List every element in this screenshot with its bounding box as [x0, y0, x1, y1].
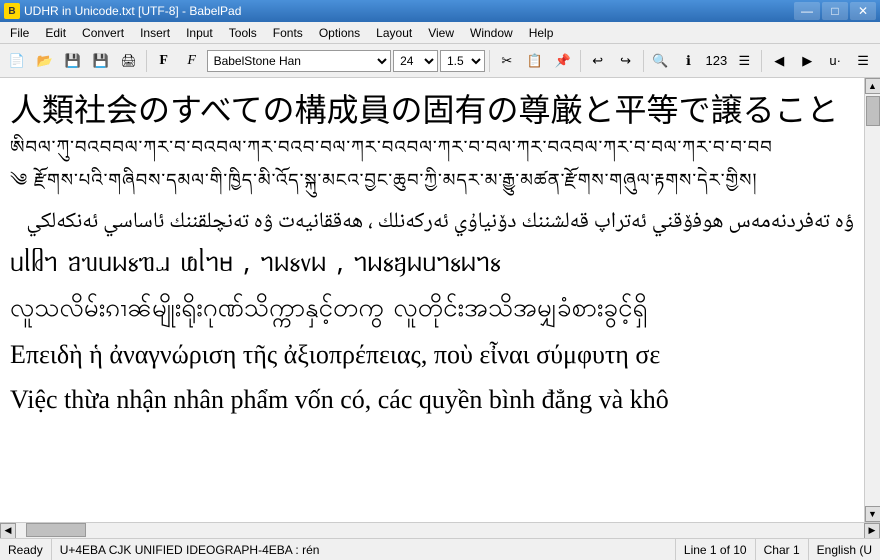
statusbar: Ready U+4EBA CJK UNIFIED IDEOGRAPH-4EBA …: [0, 538, 880, 560]
status-lang: English (U: [809, 539, 880, 560]
menu-item-file[interactable]: File: [2, 24, 37, 42]
sep2: [489, 50, 490, 72]
save2-button[interactable]: 💾: [88, 48, 114, 74]
app-icon: B: [4, 3, 20, 19]
bold-button[interactable]: F: [151, 48, 177, 74]
italic-button[interactable]: F: [179, 48, 205, 74]
back-button[interactable]: ◀: [766, 48, 792, 74]
cut-button[interactable]: ✂: [494, 48, 520, 74]
toolbar: 📄 📂 💾 💾 🖨 F F BabelStone Han Arial Unico…: [0, 44, 880, 78]
menu-item-window[interactable]: Window: [462, 24, 521, 42]
maximize-button[interactable]: □: [822, 2, 848, 20]
hscroll-left-button[interactable]: ◀: [0, 523, 16, 539]
sep5: [761, 50, 762, 72]
font-size-select[interactable]: 24 810121416182022283236: [393, 50, 438, 72]
ready-label: Ready: [8, 543, 43, 557]
menu-item-edit[interactable]: Edit: [37, 24, 74, 42]
lang-text: English (U: [817, 543, 872, 557]
titlebar: B UDHR in Unicode.txt [UTF-8] - BabelPad…: [0, 0, 880, 22]
status-char-pos: Char 1: [756, 539, 809, 560]
text-line-8: Việc thừa nhận nhân phẩm vốn có, các quy…: [10, 380, 854, 419]
menu-item-fonts[interactable]: Fonts: [265, 24, 311, 42]
sep4: [643, 50, 644, 72]
find-button[interactable]: 🔍: [648, 48, 674, 74]
paste-button[interactable]: 📌: [550, 48, 576, 74]
text-line-1: 人類社会のすべての構成員の固有の尊厳と平等で譲ること: [10, 86, 854, 134]
menubar: FileEditConvertInsertInputToolsFontsOpti…: [0, 22, 880, 44]
menu-item-help[interactable]: Help: [521, 24, 562, 42]
menu-item-input[interactable]: Input: [178, 24, 221, 42]
status-ready: Ready: [0, 539, 52, 560]
info-button[interactable]: ℹ: [675, 48, 701, 74]
line-info-text: Line 1 of 10: [684, 543, 747, 557]
hscroll-thumb[interactable]: [26, 523, 86, 537]
horizontal-scrollbar[interactable]: ◀ ▶: [0, 522, 880, 538]
text-line-4: ﺅﻩ ﺗﻪﻓﺮﺩﻧﻪﻣﻪﺱ ﻫﻮﻓﯙﻗﻨﻲ ﺋﻪﺗﺮﺍﭖ ﻗﻪﻟﺸﻨﻨﻚ ﺩﯙﻧ…: [10, 206, 854, 239]
text-line-6: လူသလိမ်းၵၢၼ်မျိုးရိုးဂုဏ်သိက္ကာနှင့်တကွ …: [10, 290, 854, 329]
open-button[interactable]: 📂: [32, 48, 58, 74]
menu-item-view[interactable]: View: [420, 24, 462, 42]
save-button[interactable]: 💾: [60, 48, 86, 74]
new-button[interactable]: 📄: [4, 48, 30, 74]
text-line-3: ༄ རྫོགས་པའི་གཞིབས་དམལ་གི་ཁྱིད་མི་འོད་སྐུ…: [10, 173, 854, 200]
titlebar-title: UDHR in Unicode.txt [UTF-8] - BabelPad: [24, 4, 241, 18]
menu-item-tools[interactable]: Tools: [221, 24, 265, 42]
status-line-info: Line 1 of 10: [676, 539, 756, 560]
menu-item-convert[interactable]: Convert: [74, 24, 132, 42]
char-pos-text: Char 1: [764, 543, 800, 557]
text-area-container: 人類社会のすべての構成員の固有の尊厳と平等で譲ること ཨིབལ་ཀུ་བའབབལ…: [0, 78, 880, 522]
titlebar-controls[interactable]: — □ ✕: [794, 2, 876, 20]
titlebar-left: B UDHR in Unicode.txt [UTF-8] - BabelPad: [4, 3, 241, 19]
scroll-up-button[interactable]: ▲: [865, 78, 880, 94]
text-line-7: Επειδὴ ἡ ἀναγνώριση τῆς ἀξιοπρέπειας, πο…: [10, 335, 854, 374]
char-info-text: U+4EBA CJK UNIFIED IDEOGRAPH-4EBA : rén: [60, 543, 320, 557]
num-button[interactable]: 123: [703, 48, 729, 74]
text-content[interactable]: 人類社会のすべての構成員の固有の尊厳と平等で譲ること ཨིབལ་ཀུ་བའབབལ…: [0, 78, 864, 522]
print-button[interactable]: 🖨: [116, 48, 142, 74]
menu-item-insert[interactable]: Insert: [132, 24, 178, 42]
menu-item-options[interactable]: Options: [311, 24, 368, 42]
hscroll-track: [16, 523, 864, 538]
minimize-button[interactable]: —: [794, 2, 820, 20]
scroll-thumb[interactable]: [866, 96, 880, 126]
sep1: [146, 50, 147, 72]
status-char-info: U+4EBA CJK UNIFIED IDEOGRAPH-4EBA : rén: [52, 539, 676, 560]
text-line-5: ᥙᥣᥤᥐ ᥑᥔᥙᥕ᥍ᥓᥘ ᥚᥣᥐᥛ , ᥐᥕ᥍᥎ᥕ , ᥐᥕ᥍ᥠᥕᥙᥐ᥍ᥕᥐ᥍: [10, 245, 854, 284]
sep3: [580, 50, 581, 72]
font-select[interactable]: BabelStone Han Arial Unicode MS Times Ne…: [207, 50, 392, 72]
line-spacing-select[interactable]: 1.5 1.01.22.0: [440, 50, 485, 72]
fwd-button[interactable]: ▶: [794, 48, 820, 74]
redo-button[interactable]: ↪: [613, 48, 639, 74]
menu-item-layout[interactable]: Layout: [368, 24, 420, 42]
scroll-down-button[interactable]: ▼: [865, 506, 880, 522]
copy-button[interactable]: 📋: [522, 48, 548, 74]
undo-button[interactable]: ↩: [585, 48, 611, 74]
hscroll-right-button[interactable]: ▶: [864, 523, 880, 539]
special2-button[interactable]: ☰: [850, 48, 876, 74]
lines-button[interactable]: ☰: [731, 48, 757, 74]
close-button[interactable]: ✕: [850, 2, 876, 20]
special-button[interactable]: u·: [822, 48, 848, 74]
vertical-scrollbar[interactable]: ▲ ▼: [864, 78, 880, 522]
